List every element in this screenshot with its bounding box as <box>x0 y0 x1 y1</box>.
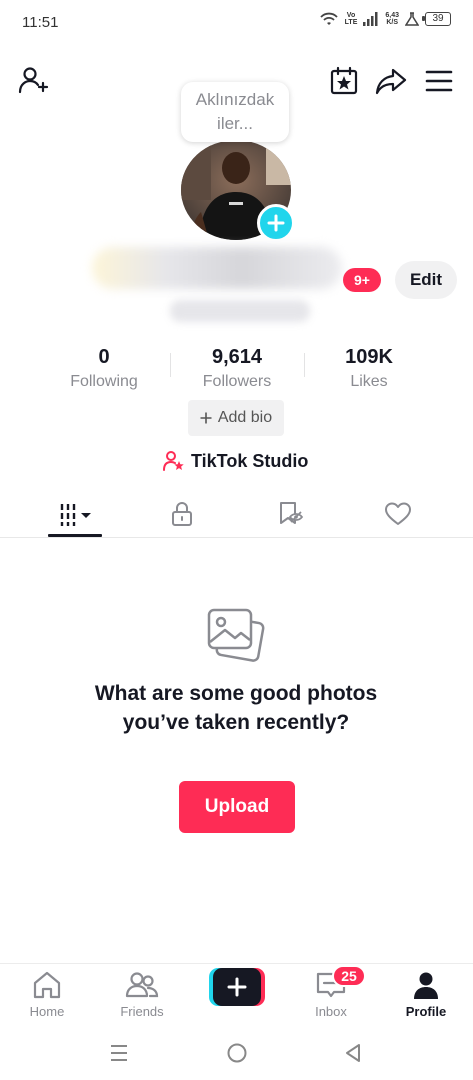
profile-icon <box>414 972 438 999</box>
add-bio-label: Add bio <box>217 409 273 426</box>
nav-profile-label: Profile <box>405 1004 447 1019</box>
battery-icon: 39 <box>422 12 451 26</box>
note-bubble[interactable]: Aklınızdak iler... <box>181 82 289 142</box>
home-system-button[interactable] <box>222 1039 252 1067</box>
status-time: 11:51 <box>22 14 59 31</box>
plus-icon <box>200 412 212 424</box>
back-system-button[interactable] <box>338 1039 368 1067</box>
nav-profile[interactable]: Profile <box>386 970 466 1024</box>
wifi-icon <box>320 12 338 25</box>
following-label: Following <box>70 373 138 390</box>
edit-profile-button[interactable]: Edit <box>395 261 457 299</box>
username-blurred <box>170 300 310 322</box>
studio-icon <box>163 451 184 471</box>
add-bio-button[interactable]: Add bio <box>188 400 284 436</box>
nav-friends[interactable]: Friends <box>102 970 182 1024</box>
menu-icon[interactable] <box>422 64 456 98</box>
system-nav-bar <box>0 1025 473 1080</box>
inbox-badge: 25 <box>332 965 366 987</box>
followers-stat[interactable]: 9,614 Followers <box>167 344 307 393</box>
share-icon[interactable] <box>374 64 408 98</box>
tab-liked[interactable] <box>368 496 428 532</box>
followers-count: 9,614 <box>211 346 263 368</box>
lab-flask-icon <box>405 12 419 26</box>
heart-icon <box>385 502 411 525</box>
volte-indicator: Vo LTE <box>344 12 358 26</box>
following-count: 0 <box>98 346 110 368</box>
network-speed: 6,43 K/S <box>385 12 399 26</box>
nav-friends-label: Friends <box>120 1004 164 1019</box>
home-icon <box>33 971 61 999</box>
notification-badge[interactable]: 9+ <box>343 268 381 292</box>
studio-label: TikTok Studio <box>191 450 309 471</box>
status-bar: 11:51 Vo LTE 6,43 K/S 39 <box>0 0 473 44</box>
likes-stat[interactable]: 109K Likes <box>299 344 439 393</box>
circle-home-icon <box>227 1043 247 1063</box>
tab-saved[interactable] <box>260 496 320 532</box>
empty-state-message: What are some good photos you’ve taken r… <box>94 682 378 734</box>
tiktok-studio-link[interactable]: TikTok Studio <box>163 448 308 474</box>
add-photo-button[interactable] <box>257 204 295 242</box>
likes-count: 109K <box>345 346 393 368</box>
note-text: Aklınızdak iler... <box>195 90 275 133</box>
nav-home-label: Home <box>29 1004 65 1019</box>
recent-apps-button[interactable] <box>104 1039 134 1067</box>
recents-icon <box>111 1045 127 1061</box>
profile-tabs <box>0 490 473 538</box>
calendar-star-icon[interactable] <box>327 64 361 98</box>
active-tab-indicator <box>48 534 102 537</box>
signal-icon <box>363 12 378 26</box>
likes-label: Likes <box>350 373 388 390</box>
tab-videos[interactable] <box>45 496 105 532</box>
lock-icon <box>172 502 192 526</box>
status-icons: Vo LTE 6,43 K/S 39 <box>319 11 451 27</box>
followers-label: Followers <box>202 373 272 390</box>
nav-home[interactable]: Home <box>7 970 87 1024</box>
create-plus-icon <box>209 968 265 1006</box>
add-friend-icon[interactable] <box>16 64 50 98</box>
photos-icon <box>205 604 267 664</box>
grid-dropdown-icon <box>60 504 91 526</box>
display-name-blurred <box>92 247 342 289</box>
tab-private[interactable] <box>152 496 212 532</box>
create-button[interactable] <box>209 968 265 1006</box>
upload-button[interactable]: Upload <box>179 781 295 833</box>
plus-icon <box>267 214 285 232</box>
back-triangle-icon <box>346 1044 360 1062</box>
nav-inbox-label: Inbox <box>315 1004 347 1019</box>
following-stat[interactable]: 0 Following <box>34 344 174 393</box>
bookmark-hidden-icon <box>280 502 304 524</box>
friends-icon <box>125 972 159 998</box>
